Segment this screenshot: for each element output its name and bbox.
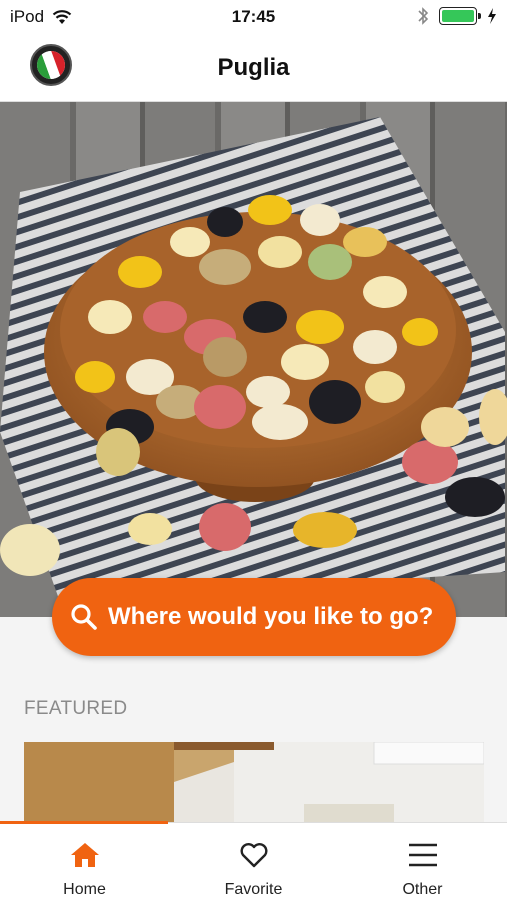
tab-label-home: Home <box>63 881 106 898</box>
status-bar: iPod 17:45 <box>0 0 507 34</box>
navigation-bar: Puglia <box>0 34 507 102</box>
featured-heading: FEATURED <box>24 698 128 719</box>
featured-card-image <box>24 742 484 824</box>
active-tab-indicator <box>0 821 168 824</box>
charging-icon <box>488 8 496 24</box>
tab-other[interactable]: Other <box>338 823 507 900</box>
search-button[interactable]: Where would you like to go? <box>52 578 456 656</box>
menu-icon <box>408 843 437 867</box>
tab-home[interactable]: Home <box>0 823 169 900</box>
hero-image <box>0 102 507 617</box>
tab-label-favorite: Favorite <box>224 881 283 898</box>
status-right <box>417 6 497 26</box>
pasta-bowl-illustration <box>0 117 507 602</box>
page-title: Puglia <box>217 54 290 81</box>
tab-label-other: Other <box>402 881 443 898</box>
home-icon <box>70 843 99 867</box>
tab-favorite[interactable]: Favorite <box>169 823 338 900</box>
bluetooth-icon <box>418 7 429 25</box>
search-label: Where would you like to go? <box>108 603 434 630</box>
tab-bar: Home Favorite Other <box>0 821 507 900</box>
heart-icon <box>240 843 267 868</box>
featured-card[interactable] <box>24 742 484 824</box>
battery-icon <box>439 7 481 25</box>
search-icon <box>71 604 97 630</box>
